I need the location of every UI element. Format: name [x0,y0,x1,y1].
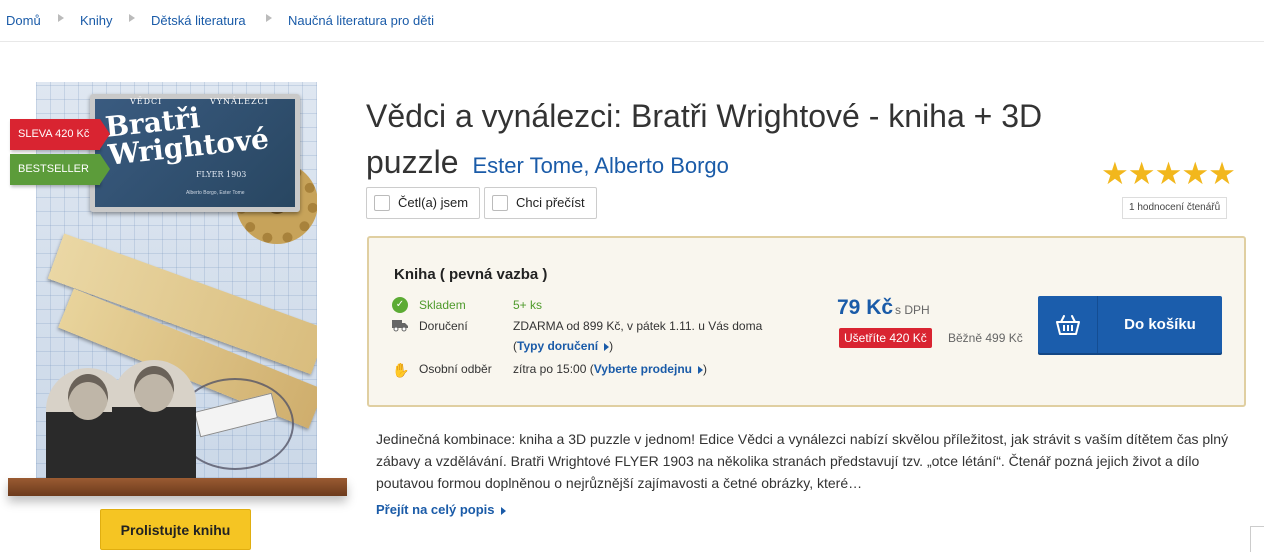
add-to-cart-button[interactable]: Do košíku [1038,296,1222,353]
basket-icon [1056,315,1080,335]
checkbox-icon [374,195,390,211]
pickup-value: zítra po 15:00 [513,362,587,376]
arrow-right-icon [604,342,610,351]
delivery-types-link[interactable]: (Typy doručení) [513,339,613,353]
price: 79 Kč s DPH [837,296,930,320]
breadcrumb-children-literature[interactable]: Dětská literatura [151,13,246,28]
scrollbar-corner[interactable] [1250,526,1264,552]
want-to-read-checkbox-button[interactable]: Chci přečíst [484,187,597,219]
delivery-value: ZDARMA od 899 Kč, v pátek 1.11. u Vás do… [513,319,763,333]
arrow-right-icon [129,14,135,22]
check-circle-icon: ✓ [392,297,408,313]
product-description: Jedinečná kombinace: kniha a 3D puzzle v… [376,431,1229,491]
pickup-row: zítra po 15:00 (Vyberte prodejnu) [513,362,707,376]
pickup-label: Osobní odběr [419,362,492,376]
browse-book-button[interactable]: Prolistujte knihu [100,509,251,550]
breadcrumb: Domů Knihy Dětská literatura Naučná lite… [0,0,1264,42]
want-to-read-label: Chci přečíst [516,195,585,210]
arrow-right-icon [58,14,64,22]
add-to-cart-label: Do košíku [1124,316,1196,333]
full-description-link[interactable]: Přejít na celý popis [376,502,506,517]
bookshelf [8,478,347,496]
author-link-alberto-borgo[interactable]: Alberto Borgo [594,153,729,178]
read-checkbox-button[interactable]: Četl(a) jsem [366,187,480,219]
author-separator: , [583,153,595,178]
regular-price: Běžně 499 Kč [948,331,1023,345]
delivery-label: Doručení [419,319,468,333]
hand-icon: ✋ [392,362,410,378]
checkbox-icon [492,195,508,211]
sale-badge: SLEVA 420 Kč [10,119,110,150]
price-value: 79 Kč [837,296,894,319]
cover-subtitle: FLYER 1903 [196,170,247,179]
arrow-right-icon [266,14,272,22]
buy-box: Kniha ( pevná vazba ) ✓ Skladem 5+ ks Do… [367,236,1246,407]
arrow-right-icon [697,365,703,374]
cover-authors: Alberto Borgo, Ester Tome [186,190,245,196]
authors: Ester Tome, Alberto Borgo [473,153,729,178]
rating-count[interactable]: 1 hodnocení čtenářů [1122,197,1228,219]
stock-value: 5+ ks [513,298,543,312]
arrow-right-icon [500,506,506,515]
breadcrumb-nonfiction-children[interactable]: Naučná literatura pro děti [288,13,434,28]
rating-stars[interactable]: ★★★★★ [1101,157,1236,191]
breadcrumb-home[interactable]: Domů [6,13,41,28]
read-label: Četl(a) jsem [398,195,469,210]
product-title-block: Vědci a vynálezci: Bratři Wrightové - kn… [366,93,1086,189]
delivery-types-link-text[interactable]: Typy doručení [517,339,598,353]
truck-icon [392,318,408,334]
full-description-link-text[interactable]: Přejít na celý popis [376,502,495,517]
price-note: s DPH [895,303,930,317]
cart-icon-area [1038,296,1098,353]
breadcrumb-books[interactable]: Knihy [80,13,113,28]
select-store-link[interactable]: Vyberte prodejnu [594,362,692,376]
bestseller-badge: BESTSELLER [10,154,110,185]
author-link-ester-tome[interactable]: Ester Tome [473,153,584,178]
portrait-wilbur [112,360,196,478]
savings-badge: Ušetříte 420 Kč [839,328,932,348]
format-label: Kniha ( pevná vazba ) [394,266,548,283]
stock-label: Skladem [419,298,466,312]
